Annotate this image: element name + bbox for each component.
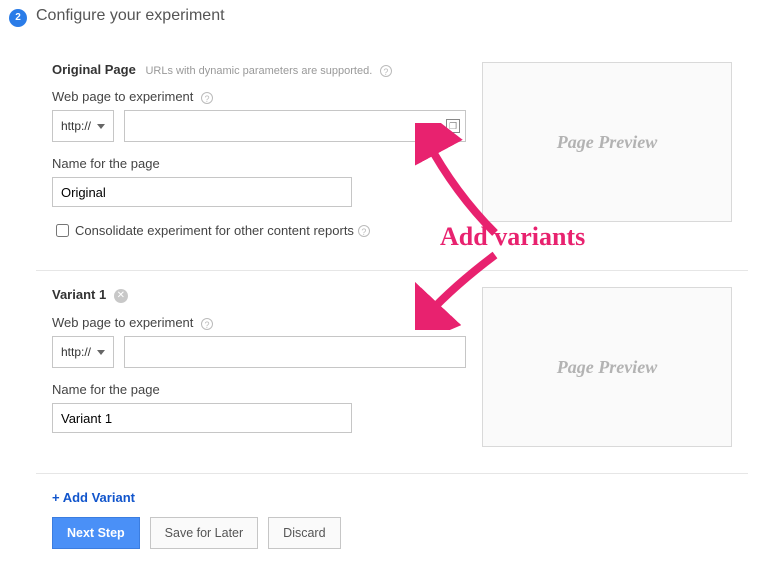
variant-1-url-label: Web page to experiment ? [52, 315, 466, 330]
step-number-badge: 2 [9, 9, 27, 27]
protocol-value: http:// [61, 119, 91, 133]
save-for-later-button[interactable]: Save for Later [150, 517, 259, 549]
original-page-section: Original Page URLs with dynamic paramete… [36, 40, 748, 271]
variant-1-preview-col: Page Preview [482, 287, 732, 447]
next-step-button[interactable]: Next Step [52, 517, 140, 549]
variant-1-url-input[interactable] [124, 336, 466, 368]
original-url-row: http:// ❐ [52, 110, 466, 142]
consolidate-checkbox[interactable] [56, 224, 69, 237]
configure-panel: Original Page URLs with dynamic paramete… [36, 40, 748, 529]
remove-variant-icon[interactable]: ✕ [114, 289, 128, 303]
original-heading: Original Page [52, 62, 136, 77]
original-heading-row: Original Page URLs with dynamic paramete… [52, 62, 466, 77]
protocol-value: http:// [61, 345, 91, 359]
original-name-label: Name for the page [52, 156, 466, 171]
button-row: Next Step Save for Later Discard [36, 517, 748, 569]
variant-1-name-label: Name for the page [52, 382, 466, 397]
chevron-down-icon [97, 124, 105, 129]
protocol-select[interactable]: http:// [52, 110, 114, 142]
page-title: Configure your experiment [36, 7, 225, 25]
consolidate-label: Consolidate experiment for other content… [75, 223, 354, 238]
original-name-input[interactable] [52, 177, 352, 207]
variant-1-form: Variant 1 ✕ Web page to experiment ? htt… [52, 287, 482, 447]
variant-1-heading: Variant 1 [52, 287, 106, 302]
original-form: Original Page URLs with dynamic paramete… [52, 62, 482, 240]
help-icon[interactable]: ? [358, 225, 370, 237]
variant-1-url-row: http:// [52, 336, 466, 368]
help-icon[interactable]: ? [201, 92, 213, 104]
help-icon[interactable]: ? [201, 318, 213, 330]
help-icon[interactable]: ? [380, 65, 392, 77]
original-url-label: Web page to experiment ? [52, 89, 466, 104]
variant-1-name-input[interactable] [52, 403, 352, 433]
page-preview: Page Preview [482, 62, 732, 222]
variant-1-heading-row: Variant 1 ✕ [52, 287, 466, 303]
consolidate-row: Consolidate experiment for other content… [52, 221, 466, 240]
original-preview-col: Page Preview [482, 62, 732, 240]
protocol-select[interactable]: http:// [52, 336, 114, 368]
original-hint: URLs with dynamic parameters are support… [145, 65, 372, 77]
original-url-input[interactable] [124, 110, 466, 142]
variant-1-section: Variant 1 ✕ Web page to experiment ? htt… [36, 271, 748, 474]
page-preview: Page Preview [482, 287, 732, 447]
chevron-down-icon [97, 350, 105, 355]
discard-button[interactable]: Discard [268, 517, 340, 549]
add-variant-link[interactable]: + Add Variant [36, 474, 748, 517]
